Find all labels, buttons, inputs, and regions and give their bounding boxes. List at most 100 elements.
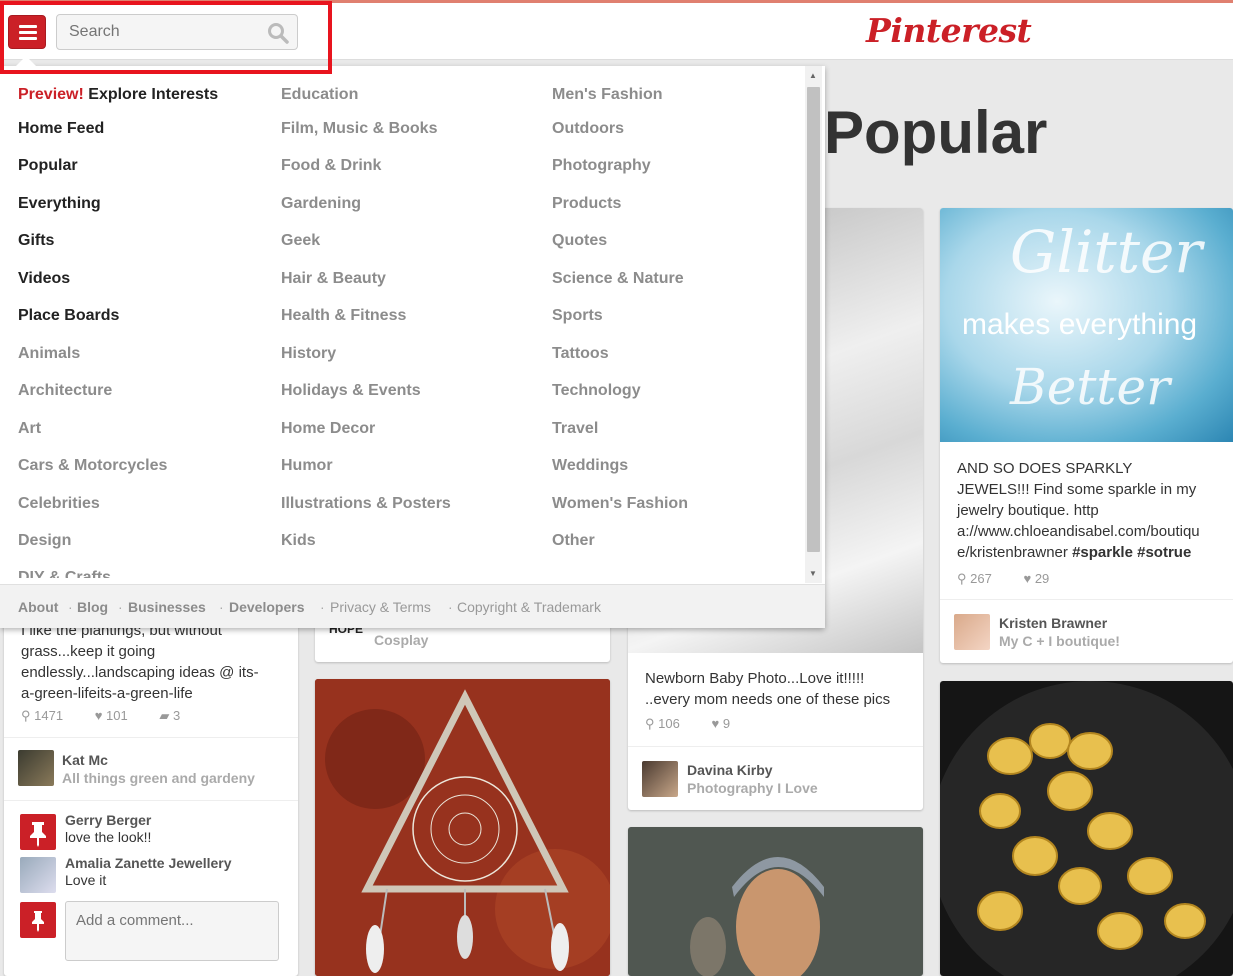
bananas-photo-image [940, 681, 1233, 976]
menu-item-animals[interactable]: Animals [18, 345, 80, 363]
page-title: Popular [824, 99, 1048, 166]
pin-card-bananas[interactable] [940, 681, 1233, 976]
footer-link-about[interactable]: About [18, 599, 58, 615]
board-name[interactable]: Cosplay [374, 632, 428, 648]
footer-separator: · [68, 599, 73, 615]
menu-item-womens-fashion[interactable]: Women's Fashion [552, 495, 688, 513]
scroll-up-icon[interactable]: ▲ [809, 71, 817, 80]
menu-item-photography[interactable]: Photography [552, 157, 651, 175]
dropdown-caret [16, 56, 36, 66]
footer-separator: · [448, 599, 453, 615]
commenter-avatar[interactable] [20, 814, 56, 850]
menu-item-celebrities[interactable]: Celebrities [18, 495, 100, 513]
like-count: ♥ 9 [711, 716, 731, 731]
menu-item-kids[interactable]: Kids [281, 532, 316, 550]
commenter-name[interactable]: Gerry Berger [65, 812, 151, 828]
menu-item-health-fitness[interactable]: Health & Fitness [281, 307, 406, 325]
menu-item-history[interactable]: History [281, 345, 336, 363]
menu-item-hair-beauty[interactable]: Hair & Beauty [281, 270, 386, 288]
commenter-avatar[interactable] [20, 857, 56, 893]
scroll-thumb[interactable] [807, 87, 820, 552]
menu-item-technology[interactable]: Technology [552, 382, 641, 400]
menu-item-outdoors[interactable]: Outdoors [552, 120, 624, 138]
menu-item-everything[interactable]: Everything [18, 195, 101, 213]
board-name[interactable]: Photography I Love [687, 780, 818, 796]
footer-link-developers[interactable]: Developers [229, 599, 304, 615]
menu-scrollbar[interactable]: ▲ ▼ [805, 66, 822, 583]
hashtags[interactable]: #sparkle #sotrue [1072, 544, 1191, 561]
comment-text: love the look!! [65, 829, 152, 845]
pinner-name[interactable]: Kristen Brawner [999, 615, 1107, 631]
scroll-down-icon[interactable]: ▼ [809, 569, 817, 578]
menu-button[interactable] [8, 15, 46, 49]
menu-item-weddings[interactable]: Weddings [552, 457, 628, 475]
menu-item-mens-fashion[interactable]: Men's Fashion [552, 86, 662, 104]
pin-icon [32, 911, 44, 932]
hamburger-icon-line [19, 31, 37, 34]
pin-card-man[interactable] [628, 827, 923, 976]
board-name[interactable]: All things green and gardeny [62, 770, 255, 786]
menu-item-geek[interactable]: Geek [281, 232, 320, 250]
footer-link-copyright-trademark[interactable]: Copyright & Trademark [457, 599, 601, 615]
avatar[interactable] [954, 614, 990, 650]
board-name[interactable]: My C + I boutique! [999, 633, 1120, 649]
man-photo-image [628, 827, 923, 976]
search-input[interactable] [57, 15, 257, 49]
hamburger-icon-line [19, 25, 37, 28]
pinner-name[interactable]: Davina Kirby [687, 762, 773, 778]
menu-item-cars-motorcycles[interactable]: Cars & Motorcycles [18, 457, 167, 475]
repin-count-value: 106 [658, 716, 680, 731]
menu-item-products[interactable]: Products [552, 195, 621, 213]
menu-item-design[interactable]: Design [18, 532, 71, 550]
pin-desc-line: endlessly...landscaping ideas @ its- [21, 664, 259, 681]
comment-input[interactable] [65, 901, 279, 961]
pin-card-glitter[interactable]: Glitter makes everything Better AND SO D… [940, 208, 1233, 663]
menu-item-art[interactable]: Art [18, 420, 41, 438]
menu-item-gifts[interactable]: Gifts [18, 232, 54, 250]
avatar[interactable] [642, 761, 678, 797]
footer-link-blog[interactable]: Blog [77, 599, 108, 615]
pin-attribution[interactable]: Kat Mc All things green and gardeny [4, 737, 298, 799]
menu-item-travel[interactable]: Travel [552, 420, 598, 438]
pin-card-dreamcatcher[interactable] [315, 679, 610, 976]
menu-item-place-boards[interactable]: Place Boards [18, 307, 119, 325]
footer-separator: · [118, 599, 123, 615]
pin-desc-line: ..every mom needs one of these pics [645, 691, 891, 708]
hamburger-icon-line [19, 37, 37, 40]
repin-count-value: 267 [970, 571, 992, 586]
menu-item-home-feed[interactable]: Home Feed [18, 120, 104, 138]
pin-icon [30, 822, 46, 847]
menu-item-videos[interactable]: Videos [18, 270, 70, 288]
glitter-image: Glitter makes everything Better [940, 208, 1233, 442]
menu-item-explore-interests[interactable]: Preview! Explore Interests [18, 86, 218, 104]
footer-separator: · [320, 599, 325, 615]
menu-item-science-nature[interactable]: Science & Nature [552, 270, 684, 288]
menu-item-home-decor[interactable]: Home Decor [281, 420, 375, 438]
menu-item-gardening[interactable]: Gardening [281, 195, 361, 213]
pinterest-logo[interactable]: Pinterest [866, 11, 1032, 50]
my-avatar [20, 902, 56, 938]
menu-item-illustrations-posters[interactable]: Illustrations & Posters [281, 495, 451, 513]
menu-item-popular[interactable]: Popular [18, 157, 78, 175]
menu-item-film-music-books[interactable]: Film, Music & Books [281, 120, 437, 138]
pin-desc-text: e/kristenbrawner [957, 544, 1068, 561]
avatar[interactable] [18, 750, 54, 786]
menu-item-sports[interactable]: Sports [552, 307, 603, 325]
pinner-name[interactable]: Kat Mc [62, 752, 108, 768]
commenter-name[interactable]: Amalia Zanette Jewellery [65, 855, 232, 871]
search-icon[interactable] [267, 22, 289, 44]
menu-item-holidays-events[interactable]: Holidays & Events [281, 382, 421, 400]
pin-attribution[interactable]: Kristen Brawner My C + I boutique! [940, 599, 1233, 663]
pin-desc-line: e/kristenbrawner #sparkle #sotrue [940, 542, 1233, 563]
menu-item-tattoos[interactable]: Tattoos [552, 345, 609, 363]
menu-item-quotes[interactable]: Quotes [552, 232, 607, 250]
footer-link-privacy-terms[interactable]: Privacy & Terms [330, 599, 431, 615]
menu-item-other[interactable]: Other [552, 532, 595, 550]
menu-item-architecture[interactable]: Architecture [18, 382, 112, 400]
footer-link-businesses[interactable]: Businesses [128, 599, 206, 615]
menu-item-food-drink[interactable]: Food & Drink [281, 157, 381, 175]
menu-item-education[interactable]: Education [281, 86, 358, 104]
pin-attribution[interactable]: Davina Kirby Photography I Love [628, 746, 923, 810]
pin-stats: ⚲ 267 ♥ 29 [940, 571, 1094, 587]
menu-item-humor[interactable]: Humor [281, 457, 333, 475]
